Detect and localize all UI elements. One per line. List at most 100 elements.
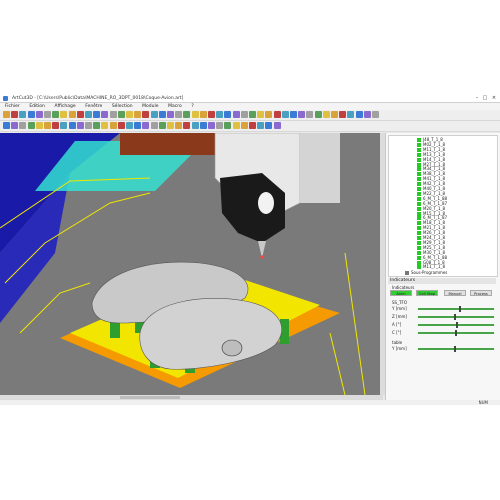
toolbar-tool-icon[interactable] bbox=[191, 111, 199, 118]
toolbar-tool-icon[interactable] bbox=[290, 111, 297, 118]
toolbar-tool-icon[interactable] bbox=[27, 111, 35, 118]
toolbar-tool-icon[interactable] bbox=[76, 122, 84, 129]
toolbar-tool-icon[interactable] bbox=[257, 111, 265, 118]
toolbar-tool-icon[interactable] bbox=[167, 111, 174, 118]
slider-thumb[interactable] bbox=[458, 306, 461, 312]
toolbar-tool-icon[interactable] bbox=[224, 111, 232, 118]
toolbar-tool-icon[interactable] bbox=[126, 122, 133, 129]
menu-fichier[interactable]: Fichier bbox=[5, 103, 20, 110]
toolbar-tool-icon[interactable] bbox=[208, 122, 215, 129]
toolbar-tool-icon[interactable] bbox=[117, 122, 125, 129]
toolbar-tool-icon[interactable] bbox=[117, 111, 125, 118]
toolbar-tool-icon[interactable] bbox=[322, 111, 330, 118]
toolbar-tool-icon[interactable] bbox=[347, 111, 355, 118]
menu-fenetre[interactable]: Fenêtre bbox=[85, 103, 102, 110]
minimize-icon[interactable]: – bbox=[474, 96, 480, 101]
program-tree[interactable]: J48_T_1_8 M02_T_1_8 M11_T_1_8 M13_T_1_8 M14_… bbox=[388, 135, 498, 277]
menu-macro[interactable]: Macro bbox=[168, 103, 182, 110]
toolbar-tool-icon[interactable] bbox=[85, 111, 92, 118]
toolbar-tool-icon[interactable] bbox=[249, 111, 256, 118]
toolbar-tool-icon[interactable] bbox=[150, 122, 158, 129]
toolbar-tool-icon[interactable] bbox=[183, 111, 191, 118]
toolbar-tool-icon[interactable] bbox=[314, 111, 322, 118]
toolbar-tool-icon[interactable] bbox=[191, 122, 199, 129]
toolbar-tool-icon[interactable] bbox=[265, 111, 273, 118]
toolbar-tool-icon[interactable] bbox=[158, 111, 166, 118]
toolbar-tool-icon[interactable] bbox=[273, 122, 281, 129]
toolbar-tool-icon[interactable] bbox=[298, 111, 306, 118]
toolbar-tool-icon[interactable] bbox=[199, 122, 207, 129]
slider-thumb[interactable] bbox=[455, 330, 457, 336]
toolbar-tool-icon[interactable] bbox=[126, 111, 133, 118]
process-button[interactable]: Process bbox=[470, 290, 492, 296]
toolbar-tool-icon[interactable] bbox=[208, 111, 215, 118]
toolbar-tool-icon[interactable] bbox=[249, 122, 256, 129]
toolbar-tool-icon[interactable] bbox=[68, 122, 76, 129]
menu-help[interactable]: ? bbox=[191, 103, 193, 110]
axis-slider[interactable] bbox=[418, 306, 494, 312]
toolbar-tool-icon[interactable] bbox=[331, 111, 338, 118]
toolbar-tool-icon[interactable] bbox=[3, 122, 10, 129]
toolbar-tool-icon[interactable] bbox=[363, 111, 371, 118]
toolbar-tool-icon[interactable] bbox=[306, 111, 314, 118]
toolbar-tool-icon[interactable] bbox=[142, 111, 150, 118]
toolbar-tool-icon[interactable] bbox=[257, 122, 265, 129]
toolbar-tool-icon[interactable] bbox=[44, 111, 51, 118]
toolbar-tool-icon[interactable] bbox=[35, 111, 43, 118]
toolbar-tool-icon[interactable] bbox=[60, 122, 68, 129]
menu-edition[interactable]: Edition bbox=[29, 103, 45, 110]
maximize-icon[interactable]: □ bbox=[482, 96, 488, 101]
toolbar-tool-icon[interactable] bbox=[199, 111, 207, 118]
toolbar-tool-icon[interactable] bbox=[265, 122, 273, 129]
slider-thumb[interactable] bbox=[456, 322, 459, 328]
toolbar-tool-icon[interactable] bbox=[19, 122, 27, 129]
manual-button[interactable]: Manuel bbox=[444, 290, 466, 296]
tree-footer[interactable]: Sous-Programmes bbox=[405, 270, 447, 275]
menu-selection[interactable]: Sélection bbox=[112, 103, 133, 110]
menu-module[interactable]: Module bbox=[142, 103, 158, 110]
toolbar-tool-icon[interactable] bbox=[216, 111, 224, 118]
toolbar-tool-icon[interactable] bbox=[339, 111, 347, 118]
toolbar-tool-icon[interactable] bbox=[85, 122, 92, 129]
axis-slider[interactable] bbox=[418, 322, 494, 328]
toolbar-tool-icon[interactable] bbox=[183, 122, 191, 129]
3d-viewport[interactable] bbox=[0, 133, 383, 395]
toolbar-tool-icon[interactable] bbox=[93, 122, 101, 129]
slider-thumb[interactable] bbox=[453, 314, 456, 320]
toolbar-tool-icon[interactable] bbox=[109, 111, 117, 118]
toolbar-tool-icon[interactable] bbox=[52, 122, 60, 129]
close-icon[interactable]: × bbox=[491, 96, 497, 101]
toolbar-tool-icon[interactable] bbox=[93, 111, 101, 118]
toolbar-tool-icon[interactable] bbox=[27, 122, 35, 129]
axis-slider[interactable] bbox=[418, 330, 494, 336]
toolbar-tool-icon[interactable] bbox=[76, 111, 84, 118]
toolbar-tool-icon[interactable] bbox=[240, 122, 248, 129]
toolbar-tool-icon[interactable] bbox=[44, 122, 51, 129]
toolbar-tool-icon[interactable] bbox=[372, 111, 379, 118]
toolbar-tool-icon[interactable] bbox=[232, 122, 240, 129]
toolbar-tool-icon[interactable] bbox=[52, 111, 60, 118]
menu-affichage[interactable]: Affichage bbox=[54, 103, 75, 110]
toolbar-tool-icon[interactable] bbox=[11, 111, 19, 118]
toolbar-tool-icon[interactable] bbox=[281, 111, 289, 118]
toolbar-tool-icon[interactable] bbox=[175, 122, 183, 129]
toolbar-tool-icon[interactable] bbox=[224, 122, 232, 129]
slider-thumb[interactable] bbox=[454, 346, 457, 352]
axis-slider[interactable] bbox=[418, 346, 494, 352]
scrollbar-thumb[interactable] bbox=[120, 396, 180, 399]
coll-stop-button[interactable]: Coll Stop bbox=[416, 290, 438, 296]
toolbar-tool-icon[interactable] bbox=[101, 122, 109, 129]
toolbar-tool-icon[interactable] bbox=[101, 111, 109, 118]
tree-item[interactable]: M11_T_1_8 bbox=[417, 264, 445, 270]
toolbar-tool-icon[interactable] bbox=[3, 111, 10, 118]
toolbar-tool-icon[interactable] bbox=[216, 122, 224, 129]
axis-slider[interactable] bbox=[418, 314, 494, 320]
toolbar-tool-icon[interactable] bbox=[142, 122, 150, 129]
toolbar-tool-icon[interactable] bbox=[60, 111, 68, 118]
toolbar-tool-icon[interactable] bbox=[355, 111, 363, 118]
toolbar-tool-icon[interactable] bbox=[11, 122, 19, 129]
toolbar-tool-icon[interactable] bbox=[134, 122, 142, 129]
toolbar-tool-icon[interactable] bbox=[175, 111, 183, 118]
toolbar-tool-icon[interactable] bbox=[150, 111, 158, 118]
toolbar-tool-icon[interactable] bbox=[273, 111, 281, 118]
